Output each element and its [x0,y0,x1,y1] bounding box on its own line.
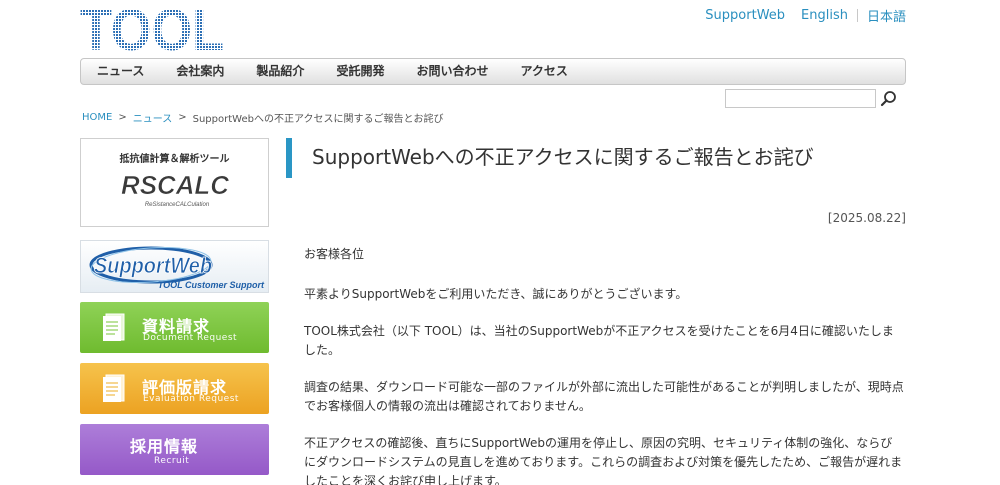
article-paragraph: 平素よりSupportWebをご利用いただき、誠にありがとうございます。 [304,287,688,301]
search-icon [880,91,896,107]
post-date: [2025.08.22] [827,211,906,225]
breadcrumb: HOME > ニュース > SupportWebへの不正アクセスに関するご報告と… [82,110,443,125]
rscalc-logo-sub: ReSistanceCALCulation [144,202,209,208]
english-link[interactable]: English [801,8,848,23]
banner-subtitle: Recruit [154,456,190,466]
search-input[interactable] [726,93,875,111]
rscalc-banner[interactable]: 抵抗値計算＆解析ツール RSCALC ReSistanceCALCulation [80,138,269,227]
page-title: SupportWebへの不正アクセスに関するご報告とお詫び [312,145,814,169]
rscalc-caption: 抵抗値計算＆解析ツール [119,154,230,165]
japanese-link[interactable]: 日本語 [867,6,906,25]
document-icon [103,313,125,341]
supportweb-logo-text: SupportWeb [94,253,212,278]
rscalc-logo-text: RSCALC [121,170,230,200]
evaluation-request-banner[interactable]: 評価版請求 Evaluation Request [80,363,269,414]
nav-company[interactable]: 会社案内 [160,59,240,84]
breadcrumb-separator: > [118,112,127,123]
supportweb-tagline: TOOL Customer Support [158,280,265,290]
article-paragraph: お客様各位 [304,247,365,261]
global-nav: ニュース 会社案内 製品紹介 受託開発 お問い合わせ アクセス [80,58,906,85]
breadcrumb-separator: > [178,112,187,123]
headline-accent-bar [286,138,292,178]
supportweb-link[interactable]: SupportWeb [705,8,785,23]
nav-contract-development[interactable]: 受託開発 [320,59,400,84]
rscalc-logo: RSCALC ReSistanceCALCulation [120,170,230,208]
nav-access[interactable]: アクセス [504,59,583,84]
tool-logo[interactable]: TOOL [80,0,226,63]
recruit-banner[interactable]: 採用情報 Recruit [80,424,269,475]
supportweb-banner[interactable]: SupportWeb TOOL Customer Support [80,240,269,293]
logo-text: TOOL [80,4,224,52]
breadcrumb-news[interactable]: ニュース [133,110,173,125]
banner-subtitle: Document Request [143,333,238,343]
search-box [725,89,876,111]
document-request-banner[interactable]: 資料請求 Document Request [80,302,269,353]
breadcrumb-current: SupportWebへの不正アクセスに関するご報告とお詫び [192,114,444,125]
top-links: SupportWeb English 日本語 [705,6,906,25]
nav-news[interactable]: ニュース [81,59,160,84]
search-button[interactable] [879,89,899,109]
divider [856,9,858,22]
banner-title: 採用情報 [130,437,199,456]
document-icon [103,374,125,402]
article-paragraph: 調査の結果、ダウンロード可能な一部のファイルが外部に流出した可能性があることが判… [304,380,904,413]
breadcrumb-home[interactable]: HOME [82,112,112,123]
nav-contact[interactable]: お問い合わせ [400,59,504,84]
article-paragraph: 不正アクセスの確認後、直ちにSupportWebの運用を停止し、原因の究明、セキ… [304,436,903,485]
nav-products[interactable]: 製品紹介 [240,59,320,84]
banner-subtitle: Evaluation Request [143,394,239,404]
article-paragraph: TOOL株式会社（以下 TOOL）は、当社のSupportWebが不正アクセスを… [304,324,894,357]
